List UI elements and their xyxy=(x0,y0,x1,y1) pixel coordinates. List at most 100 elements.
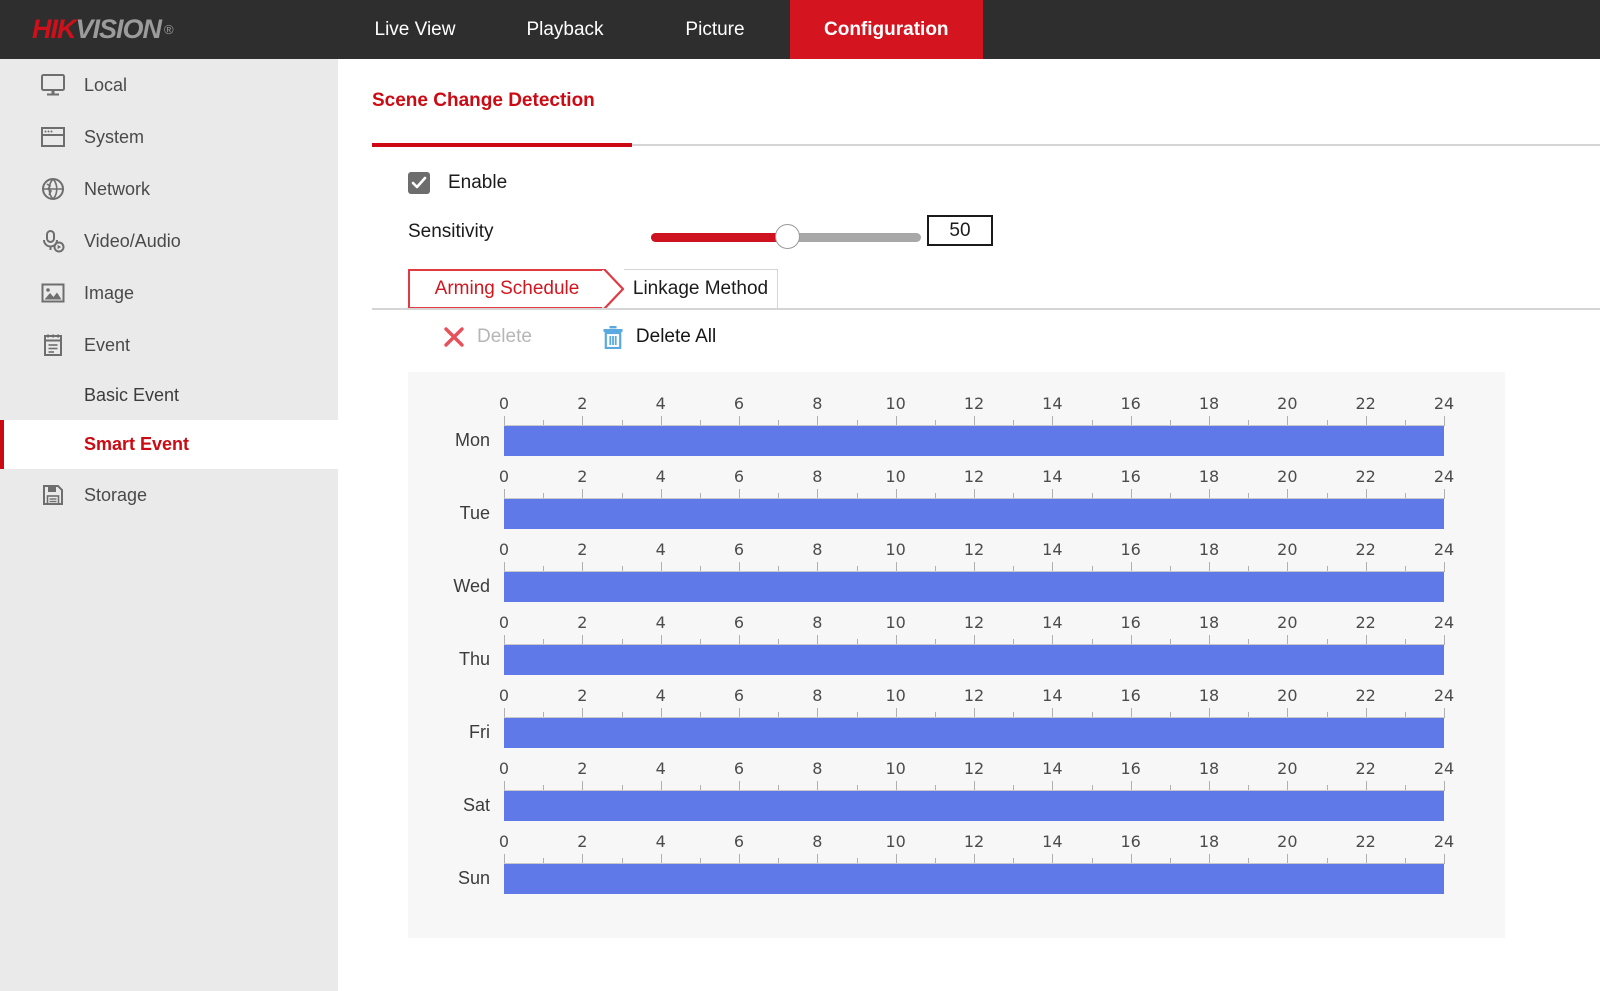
schedule-hour-label: 10 xyxy=(885,467,905,486)
nav-tab-configuration[interactable]: Configuration xyxy=(790,0,983,59)
delete-all-button[interactable]: Delete All xyxy=(602,325,716,349)
schedule-hour-label: 22 xyxy=(1355,686,1375,705)
schedule-segment[interactable] xyxy=(504,499,1444,529)
schedule-hour-label: 14 xyxy=(1042,759,1062,778)
schedule-hour-label: 6 xyxy=(734,467,744,486)
calendar-icon xyxy=(36,330,70,360)
sidebar-item-video-audio[interactable]: Video/Audio xyxy=(0,215,338,267)
schedule-tick-labels: 024681012141618202224 xyxy=(504,613,1444,635)
schedule-hour-label: 10 xyxy=(885,394,905,413)
tab-arming-schedule[interactable]: Arming Schedule xyxy=(408,269,604,309)
schedule-segment[interactable] xyxy=(504,572,1444,602)
schedule-hour-label: 20 xyxy=(1277,832,1297,851)
tab-linkage-method[interactable]: Linkage Method xyxy=(624,269,778,309)
schedule-tick xyxy=(1444,489,1445,499)
nav-tab-live-view[interactable]: Live View xyxy=(340,0,490,59)
schedule-ruler: 024681012141618202224 xyxy=(504,467,1444,540)
schedule-hour-label: 2 xyxy=(577,540,587,559)
schedule-bar-track[interactable] xyxy=(504,791,1444,821)
schedule-hour-label: 12 xyxy=(964,394,984,413)
schedule-hour-label: 0 xyxy=(499,540,509,559)
schedule-hour-label: 2 xyxy=(577,832,587,851)
schedule-hour-label: 4 xyxy=(656,686,666,705)
schedule-tick-labels: 024681012141618202224 xyxy=(504,394,1444,416)
sensitivity-value-input[interactable]: 50 xyxy=(927,215,993,246)
schedule-bar-track[interactable] xyxy=(504,572,1444,602)
delete-button[interactable]: Delete xyxy=(443,326,532,348)
schedule-hour-label: 8 xyxy=(812,613,822,632)
schedule-hour-label: 8 xyxy=(812,540,822,559)
schedule-hour-label: 2 xyxy=(577,394,587,413)
schedule-row-mon: Mon024681012141618202224 xyxy=(408,394,1505,467)
schedule-segment[interactable] xyxy=(504,645,1444,675)
schedule-hour-label: 12 xyxy=(964,686,984,705)
schedule-day-label: Thu xyxy=(408,649,490,670)
slider-fill xyxy=(651,233,786,242)
schedule-hour-label: 6 xyxy=(734,613,744,632)
schedule-bar-track[interactable] xyxy=(504,864,1444,894)
schedule-bar-track[interactable] xyxy=(504,718,1444,748)
schedule-day-label: Fri xyxy=(408,722,490,743)
sidebar-item-network[interactable]: Network xyxy=(0,163,338,215)
schedule-row-sun: Sun024681012141618202224 xyxy=(408,832,1505,905)
schedule-tick xyxy=(1444,708,1445,718)
schedule-hour-label: 18 xyxy=(1199,613,1219,632)
schedule-hour-label: 18 xyxy=(1199,467,1219,486)
schedule-hour-label: 0 xyxy=(499,613,509,632)
sidebar-subitem-label-smart-event: Smart Event xyxy=(84,434,189,455)
schedule-ruler: 024681012141618202224 xyxy=(504,394,1444,467)
schedule-tick xyxy=(1444,416,1445,426)
sidebar-item-event[interactable]: Event xyxy=(0,319,338,371)
sidebar-item-storage[interactable]: Storage xyxy=(0,469,338,521)
sensitivity-slider[interactable] xyxy=(651,224,921,250)
sidebar-item-image[interactable]: Image xyxy=(0,267,338,319)
schedule-hour-label: 12 xyxy=(964,467,984,486)
brand-logo: HIKVISION® xyxy=(0,0,340,59)
schedule-hour-label: 12 xyxy=(964,759,984,778)
schedule-segment[interactable] xyxy=(504,718,1444,748)
schedule-hour-label: 16 xyxy=(1120,540,1140,559)
schedule-hour-label: 18 xyxy=(1199,686,1219,705)
nav-tab-playback[interactable]: Playback xyxy=(490,0,640,59)
schedule-day-label: Sat xyxy=(408,795,490,816)
schedule-tick xyxy=(1444,781,1445,791)
floppy-disk-icon xyxy=(36,480,70,510)
sidebar: Local System Network Video/Audio Image E… xyxy=(0,59,338,991)
tab-scene-change-detection[interactable]: Scene Change Detection xyxy=(372,90,595,134)
schedule-segment[interactable] xyxy=(504,426,1444,456)
schedule-segment[interactable] xyxy=(504,791,1444,821)
window-icon xyxy=(36,122,70,152)
schedule-hour-label: 22 xyxy=(1355,759,1375,778)
schedule-hour-label: 16 xyxy=(1120,759,1140,778)
schedule-segment[interactable] xyxy=(504,864,1444,894)
schedule-hour-label: 16 xyxy=(1120,613,1140,632)
schedule-hour-label: 16 xyxy=(1120,394,1140,413)
schedule-hour-label: 6 xyxy=(734,759,744,778)
nav-tab-picture[interactable]: Picture xyxy=(640,0,790,59)
schedule-ruler: 024681012141618202224 xyxy=(504,686,1444,759)
schedule-hour-label: 16 xyxy=(1120,686,1140,705)
main-nav: Live View Playback Picture Configuration xyxy=(340,0,983,59)
sidebar-item-local[interactable]: Local xyxy=(0,59,338,111)
sidebar-item-smart-event[interactable]: Smart Event xyxy=(0,420,338,469)
sidebar-item-label-storage: Storage xyxy=(84,485,147,506)
delete-all-button-label: Delete All xyxy=(636,326,716,348)
schedule-hour-label: 18 xyxy=(1199,394,1219,413)
schedule-hour-label: 2 xyxy=(577,613,587,632)
schedule-hour-label: 24 xyxy=(1434,467,1454,486)
schedule-hour-label: 12 xyxy=(964,540,984,559)
sidebar-item-system[interactable]: System xyxy=(0,111,338,163)
sidebar-item-basic-event[interactable]: Basic Event xyxy=(0,371,338,420)
schedule-bar-track[interactable] xyxy=(504,499,1444,529)
enable-checkbox[interactable] xyxy=(408,172,430,194)
slider-knob[interactable] xyxy=(775,224,800,249)
schedule-hour-label: 6 xyxy=(734,832,744,851)
sidebar-item-label-video-audio: Network xyxy=(84,179,150,200)
schedule-bar-track[interactable] xyxy=(504,426,1444,456)
schedule-tick-labels: 024681012141618202224 xyxy=(504,467,1444,489)
schedule-row-sat: Sat024681012141618202224 xyxy=(408,759,1505,832)
schedule-hour-label: 6 xyxy=(734,686,744,705)
schedule-hour-label: 8 xyxy=(812,832,822,851)
schedule-row-tue: Tue024681012141618202224 xyxy=(408,467,1505,540)
schedule-bar-track[interactable] xyxy=(504,645,1444,675)
